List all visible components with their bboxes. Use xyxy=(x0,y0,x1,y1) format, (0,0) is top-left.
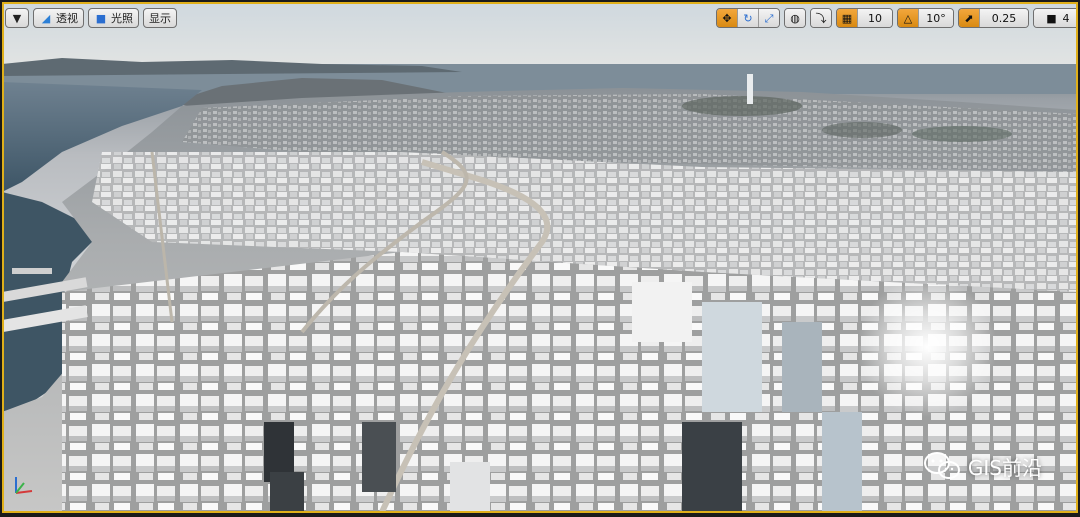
move-icon: ✥ xyxy=(722,11,732,25)
camera-speed-group: ■ 4 xyxy=(1033,8,1078,28)
camera-icon: ■ xyxy=(1046,11,1057,25)
show-button[interactable]: 显示 xyxy=(143,8,177,28)
scale-snap-group: ⬈ 0.25 xyxy=(958,8,1029,28)
rotate-mode-button[interactable]: ↻ xyxy=(738,9,759,27)
editor-viewport[interactable]: ▼ ◢ 透视 ■ 光照 显示 ✥ ↻ ⤢ ◍ ⤵ ▦ 10 △ 10° ⬈ 0.… xyxy=(2,2,1078,513)
grid-snap-value[interactable]: 10 xyxy=(858,9,892,27)
angle-icon: △ xyxy=(903,11,913,25)
scale-mode-button[interactable]: ⤢ xyxy=(759,9,779,27)
surface-snap-group: ⤵ xyxy=(810,8,832,28)
camera-speed-button[interactable]: ■ 4 xyxy=(1034,9,1078,27)
grid-snap-group: ▦ 10 xyxy=(836,8,893,28)
rotation-snap-toggle[interactable]: △ xyxy=(898,9,919,27)
viewport-toolbar-right: ✥ ↻ ⤢ ◍ ⤵ ▦ 10 △ 10° ⬈ 0.25 ■ 4 ▫ xyxy=(716,8,1078,28)
coordinate-system-group: ◍ xyxy=(784,8,806,28)
translate-mode-button[interactable]: ✥ xyxy=(717,9,738,27)
perspective-label: 透视 xyxy=(56,12,78,25)
axis-gizmo xyxy=(15,477,33,494)
rotation-snap-group: △ 10° xyxy=(897,8,954,28)
show-label: 显示 xyxy=(149,12,171,25)
rotate-icon: ↻ xyxy=(743,11,753,25)
chevron-down-icon: ▼ xyxy=(12,11,22,25)
cube-icon: ■ xyxy=(95,11,107,25)
lit-label: 光照 xyxy=(111,12,133,25)
scale-icon: ⤢ xyxy=(764,11,774,25)
perspective-button[interactable]: ◢ 透视 xyxy=(33,8,84,28)
lit-mode-button[interactable]: ■ 光照 xyxy=(88,8,139,28)
world-coordinates-button[interactable]: ◍ xyxy=(785,9,805,27)
transform-mode-group: ✥ ↻ ⤢ xyxy=(716,8,780,28)
scale-snap-value[interactable]: 0.25 xyxy=(980,9,1028,27)
watermark: GIS前沿 xyxy=(922,451,1042,481)
scale-arrow-icon: ⬈ xyxy=(964,11,974,25)
viewport-options-button[interactable]: ▼ xyxy=(5,8,29,28)
viewport-toolbar-left: ▼ ◢ 透视 ■ 光照 显示 xyxy=(5,8,181,28)
wechat-logo-icon xyxy=(923,452,960,479)
rotation-snap-value[interactable]: 10° xyxy=(919,9,953,27)
city-aerial-scene xyxy=(2,2,1078,513)
surface-snap-icon: ⤵ xyxy=(815,11,827,25)
surface-snap-button[interactable]: ⤵ xyxy=(811,9,831,27)
grid-snap-toggle[interactable]: ▦ xyxy=(837,9,858,27)
scale-snap-toggle[interactable]: ⬈ xyxy=(959,9,980,27)
watermark-text: GIS前沿 xyxy=(967,455,1042,480)
perspective-icon: ◢ xyxy=(41,11,51,25)
globe-icon: ◍ xyxy=(790,11,800,25)
grid-icon: ▦ xyxy=(841,11,853,25)
camera-speed-value: 4 xyxy=(1062,11,1070,25)
